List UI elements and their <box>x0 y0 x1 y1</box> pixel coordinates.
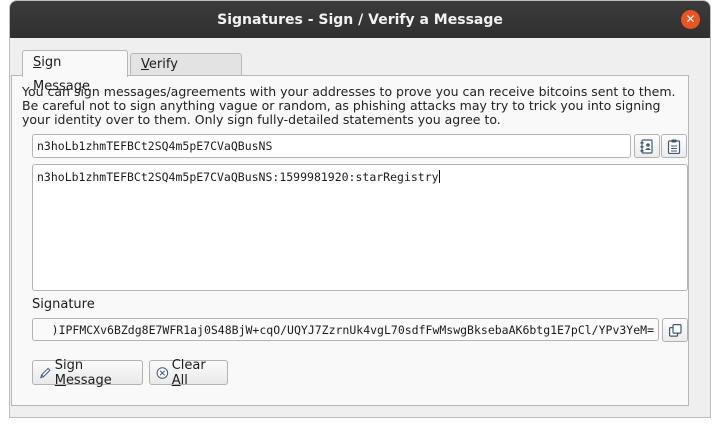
tab-sign-message[interactable]: Sign Message <box>22 50 128 94</box>
signature-label: Signature <box>32 297 95 312</box>
pen-icon <box>40 367 51 378</box>
address-input[interactable]: n3hoLb1zhmTEFBCt2SQ4m5pE7CVaQBusNS <box>32 134 631 158</box>
signature-output[interactable]: )IPFMCXv6BZdg8E7WFR1aj0S48BjW+cqO/UQYJ7Z… <box>32 318 659 341</box>
tab-verify-message[interactable]: Verify Message <box>130 53 242 93</box>
close-button[interactable]: ✕ <box>681 10 700 29</box>
address-book-icon <box>640 138 653 154</box>
clear-all-button[interactable]: Clear All <box>149 357 228 388</box>
sign-description: You can sign messages/agreements with yo… <box>22 84 676 127</box>
message-textarea[interactable]: n3hoLb1zhmTEFBCt2SQ4m5pE7CVaQBusNS:15999… <box>32 164 688 291</box>
window-title: Signatures - Sign / Verify a Message <box>217 11 503 28</box>
sign-message-label: Sign Message <box>54 357 112 388</box>
address-value: n3hoLb1zhmTEFBCt2SQ4m5pE7CVaQBusNS <box>37 139 273 153</box>
tab-sign-message-label: Sign Message <box>33 55 90 94</box>
copy-icon <box>668 323 682 337</box>
paste-button[interactable] <box>661 134 687 158</box>
sign-message-button[interactable]: Sign Message <box>32 357 143 388</box>
clear-icon <box>156 366 169 379</box>
message-value: n3hoLb1zhmTEFBCt2SQ4m5pE7CVaQBusNS:15999… <box>37 170 439 184</box>
copy-signature-button[interactable] <box>662 318 688 342</box>
signature-value: )IPFMCXv6BZdg8E7WFR1aj0S48BjW+cqO/UQYJ7Z… <box>51 322 654 337</box>
close-icon: ✕ <box>685 12 696 26</box>
address-book-button[interactable] <box>634 134 660 158</box>
paste-icon <box>667 139 681 154</box>
title-bar[interactable]: Signatures - Sign / Verify a Message ✕ <box>10 1 710 38</box>
text-cursor <box>438 170 440 183</box>
clear-all-label: Clear All <box>171 357 206 388</box>
